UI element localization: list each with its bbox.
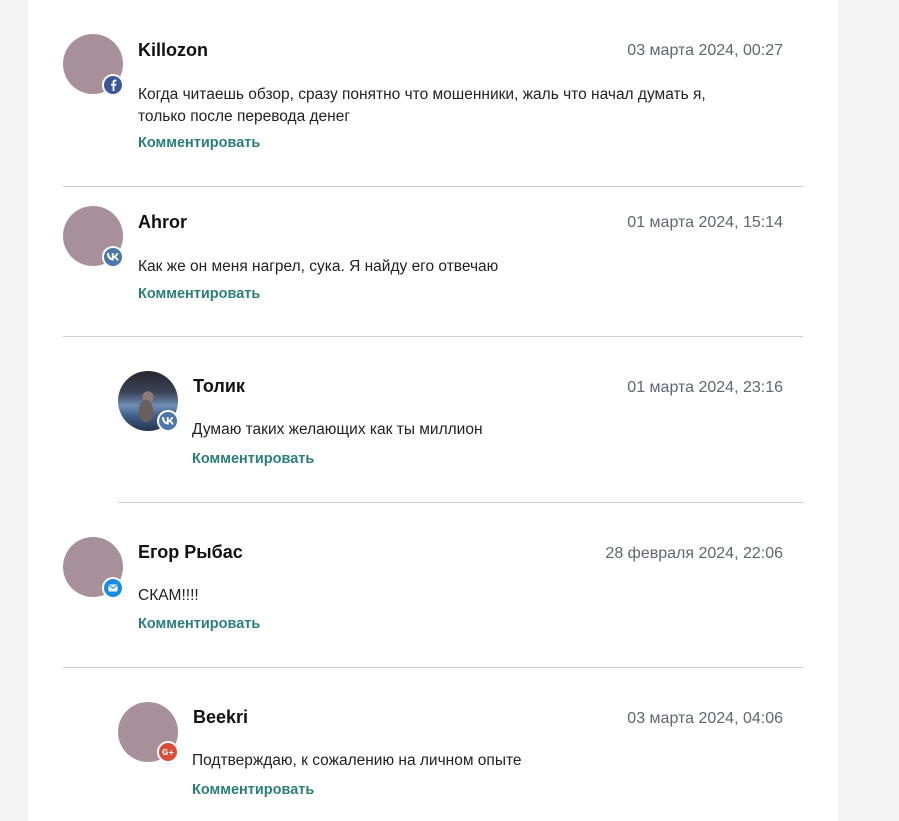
comment-date: 28 февраля 2024, 22:06 <box>605 545 783 562</box>
mail-icon <box>104 579 122 597</box>
comment-author: Killozon <box>138 40 208 60</box>
reply-button[interactable]: Комментировать <box>192 782 314 798</box>
comment-item: Ahror 01 марта 2024, 15:14 Как же он мен… <box>28 172 838 337</box>
facebook-icon <box>104 76 122 94</box>
comment-text: СКАМ!!!! <box>138 587 199 604</box>
reply-button[interactable]: Комментировать <box>138 135 260 151</box>
comment-author: Егор Рыбас <box>138 542 243 562</box>
comment-author: Толик <box>193 376 245 396</box>
reply-button[interactable]: Комментировать <box>138 616 260 632</box>
comment-author: Ahror <box>138 212 187 232</box>
google-plus-icon: G+ <box>159 743 177 761</box>
comment-author: Beekri <box>193 707 249 727</box>
comment-item: Толик 01 марта 2024, 23:16 Думаю таких ж… <box>28 337 838 503</box>
vk-icon <box>104 248 122 266</box>
comments-panel: Killozon 03 марта 2024, 00:27 Когда чита… <box>28 0 838 821</box>
comment-item: G+ Beekri 03 марта 2024, 04:06 Подтвержд… <box>28 668 838 821</box>
reply-button[interactable]: Комментировать <box>138 286 260 302</box>
reply-button[interactable]: Комментировать <box>192 451 314 467</box>
comment-date: 03 марта 2024, 04:06 <box>627 710 783 727</box>
comment-date: 01 марта 2024, 23:16 <box>627 379 783 396</box>
comment-item: Егор Рыбас 28 февраля 2024, 22:06 СКАМ!!… <box>28 503 838 668</box>
comment-item: Killozon 03 марта 2024, 00:27 Когда чита… <box>28 0 838 187</box>
comment-text: Думаю таких желающих как ты миллион <box>192 421 483 438</box>
comment-text: Когда читаешь обзор, сразу понятно что м… <box>138 86 706 125</box>
comment-date: 01 марта 2024, 15:14 <box>627 214 783 231</box>
comment-text: Подтверждаю, к сожалению на личном опыте <box>192 752 522 769</box>
comment-date: 03 марта 2024, 00:27 <box>627 42 783 59</box>
vk-icon <box>159 412 177 430</box>
comment-text: Как же он меня нагрел, сука. Я найду его… <box>138 258 499 275</box>
svg-text:G+: G+ <box>162 748 174 756</box>
